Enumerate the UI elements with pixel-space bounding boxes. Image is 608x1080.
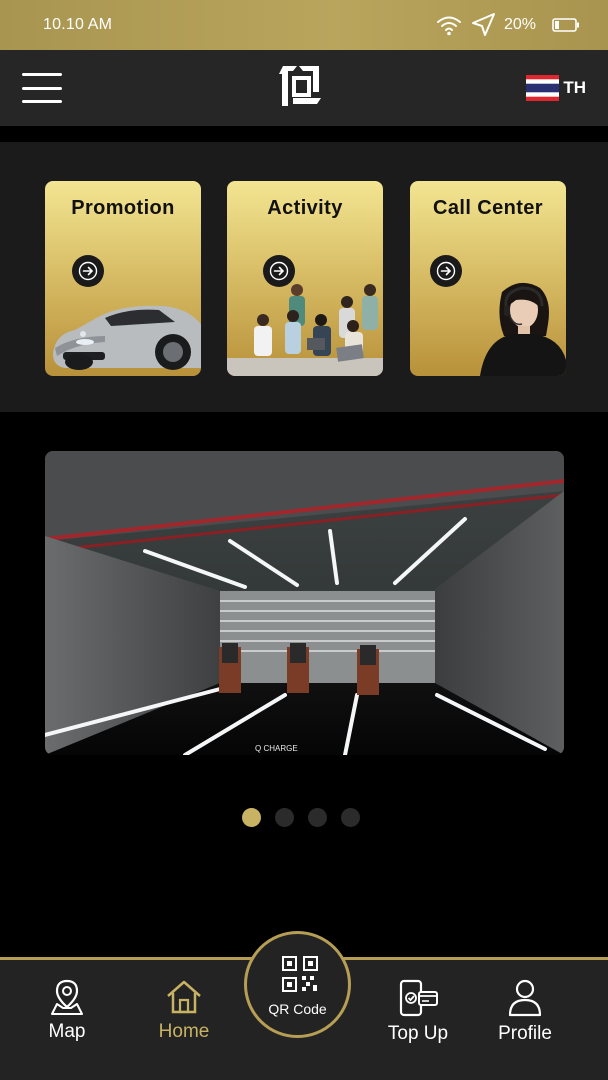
menu-line bbox=[22, 100, 62, 103]
charging-station-image: Q CHARGE bbox=[45, 451, 564, 755]
qr-code-button[interactable]: QR Code bbox=[244, 931, 351, 1038]
location-arrow-icon bbox=[471, 13, 495, 36]
map-pin-icon bbox=[51, 979, 83, 1015]
nav-home-label: Home bbox=[158, 1021, 210, 1042]
qr-code-icon bbox=[282, 956, 318, 992]
card-title: Call Center bbox=[433, 197, 543, 219]
app-logo bbox=[279, 66, 321, 106]
promotion-card[interactable]: Promotion bbox=[45, 181, 201, 376]
menu-line bbox=[22, 86, 62, 90]
language-switch[interactable]: TH bbox=[526, 75, 586, 101]
call-center-card[interactable]: Call Center bbox=[410, 181, 566, 376]
people-group-image bbox=[227, 284, 383, 376]
nav-topup-label: Top Up bbox=[387, 1023, 449, 1044]
promo-banner[interactable]: Q CHARGE bbox=[45, 451, 564, 755]
menu-button[interactable] bbox=[22, 73, 62, 103]
pager-dot-1[interactable] bbox=[242, 808, 261, 827]
nav-map-label: Map bbox=[48, 1021, 86, 1042]
menu-line bbox=[22, 73, 62, 76]
status-icons: 20% bbox=[436, 12, 580, 38]
pager-dot-2[interactable] bbox=[275, 808, 294, 827]
battery-icon bbox=[552, 18, 579, 32]
qr-code-label: QR Code bbox=[268, 1001, 327, 1017]
operator-image bbox=[480, 282, 566, 376]
pager-dot-4[interactable] bbox=[341, 808, 360, 827]
quick-cards-panel: Promotion Activity Call Center bbox=[0, 142, 608, 412]
status-time: 10.10 AM bbox=[43, 16, 113, 33]
floor-logo-text: Q CHARGE bbox=[255, 744, 298, 753]
battery-percent: 20% bbox=[503, 16, 536, 33]
nav-profile[interactable]: Profile bbox=[475, 978, 575, 1045]
carousel-pager bbox=[242, 808, 360, 827]
nav-map[interactable]: Map bbox=[17, 978, 117, 1043]
home-icon bbox=[167, 980, 201, 1014]
pager-dot-3[interactable] bbox=[308, 808, 327, 827]
app-header: TH bbox=[0, 50, 608, 126]
status-bar: 10.10 AM 20% bbox=[0, 0, 608, 50]
language-label: TH bbox=[563, 78, 586, 97]
topup-icon bbox=[399, 979, 438, 1017]
card-title: Promotion bbox=[71, 197, 175, 219]
profile-icon bbox=[508, 979, 542, 1017]
nav-topup[interactable]: Top Up bbox=[368, 978, 468, 1045]
card-title: Activity bbox=[267, 197, 343, 219]
nav-profile-label: Profile bbox=[498, 1023, 552, 1044]
activity-card[interactable]: Activity bbox=[227, 181, 383, 376]
thailand-flag-icon bbox=[526, 75, 560, 101]
car-image bbox=[53, 305, 201, 370]
wifi-icon bbox=[436, 16, 461, 36]
nav-home[interactable]: Home bbox=[134, 978, 234, 1043]
